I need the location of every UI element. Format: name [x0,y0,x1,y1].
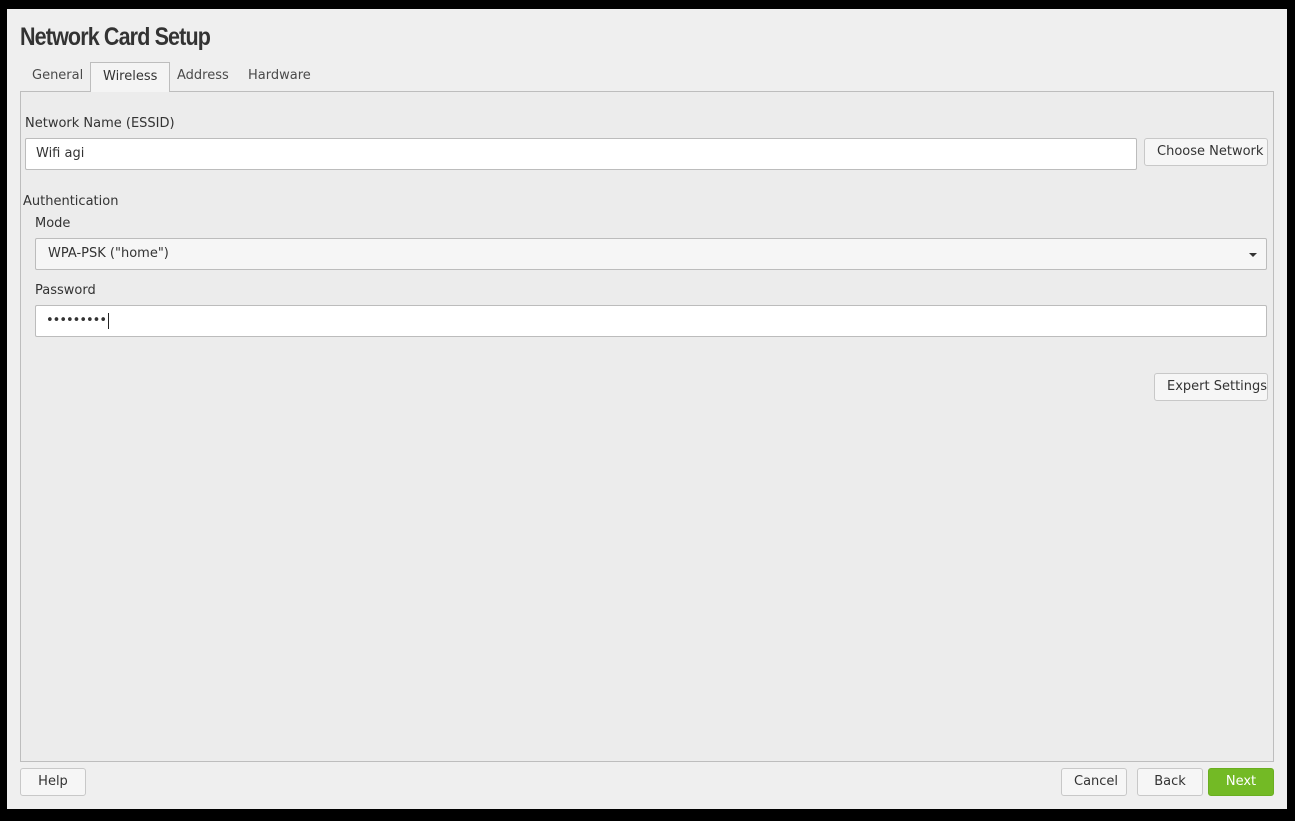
expert-settings-button[interactable]: Expert Settings [1154,373,1268,401]
password-masked-value: ••••••••• [46,313,107,328]
mode-select-value: WPA-PSK ("home") [48,246,169,261]
tab-address[interactable]: Address [165,62,241,92]
tab-wireless[interactable]: Wireless [90,62,171,92]
next-button[interactable]: Next [1208,768,1274,796]
tab-general[interactable]: General [20,62,95,92]
text-cursor [108,312,110,329]
half-moon-icon[interactable] [1256,30,1270,46]
mode-select[interactable]: WPA-PSK ("home") [35,238,1267,270]
help-button[interactable]: Help [20,768,86,796]
password-input[interactable]: ••••••••• [35,305,1267,337]
essid-label: Network Name (ESSID) [25,116,175,131]
network-card-setup-window: Network Card Setup General Wireless Addr… [7,9,1287,809]
back-button[interactable]: Back [1137,768,1203,796]
page-title: Network Card Setup [20,23,211,51]
choose-network-button[interactable]: Choose Network [1144,138,1268,166]
cancel-button[interactable]: Cancel [1061,768,1127,796]
wireless-panel: Network Name (ESSID) Wifi agi Choose Net… [20,91,1274,762]
authentication-heading: Authentication [23,194,119,209]
tab-hardware[interactable]: Hardware [236,62,323,92]
password-label: Password [35,283,96,298]
chevron-down-icon [1249,253,1257,257]
mode-label: Mode [35,216,71,231]
essid-input[interactable]: Wifi agi [25,138,1137,170]
